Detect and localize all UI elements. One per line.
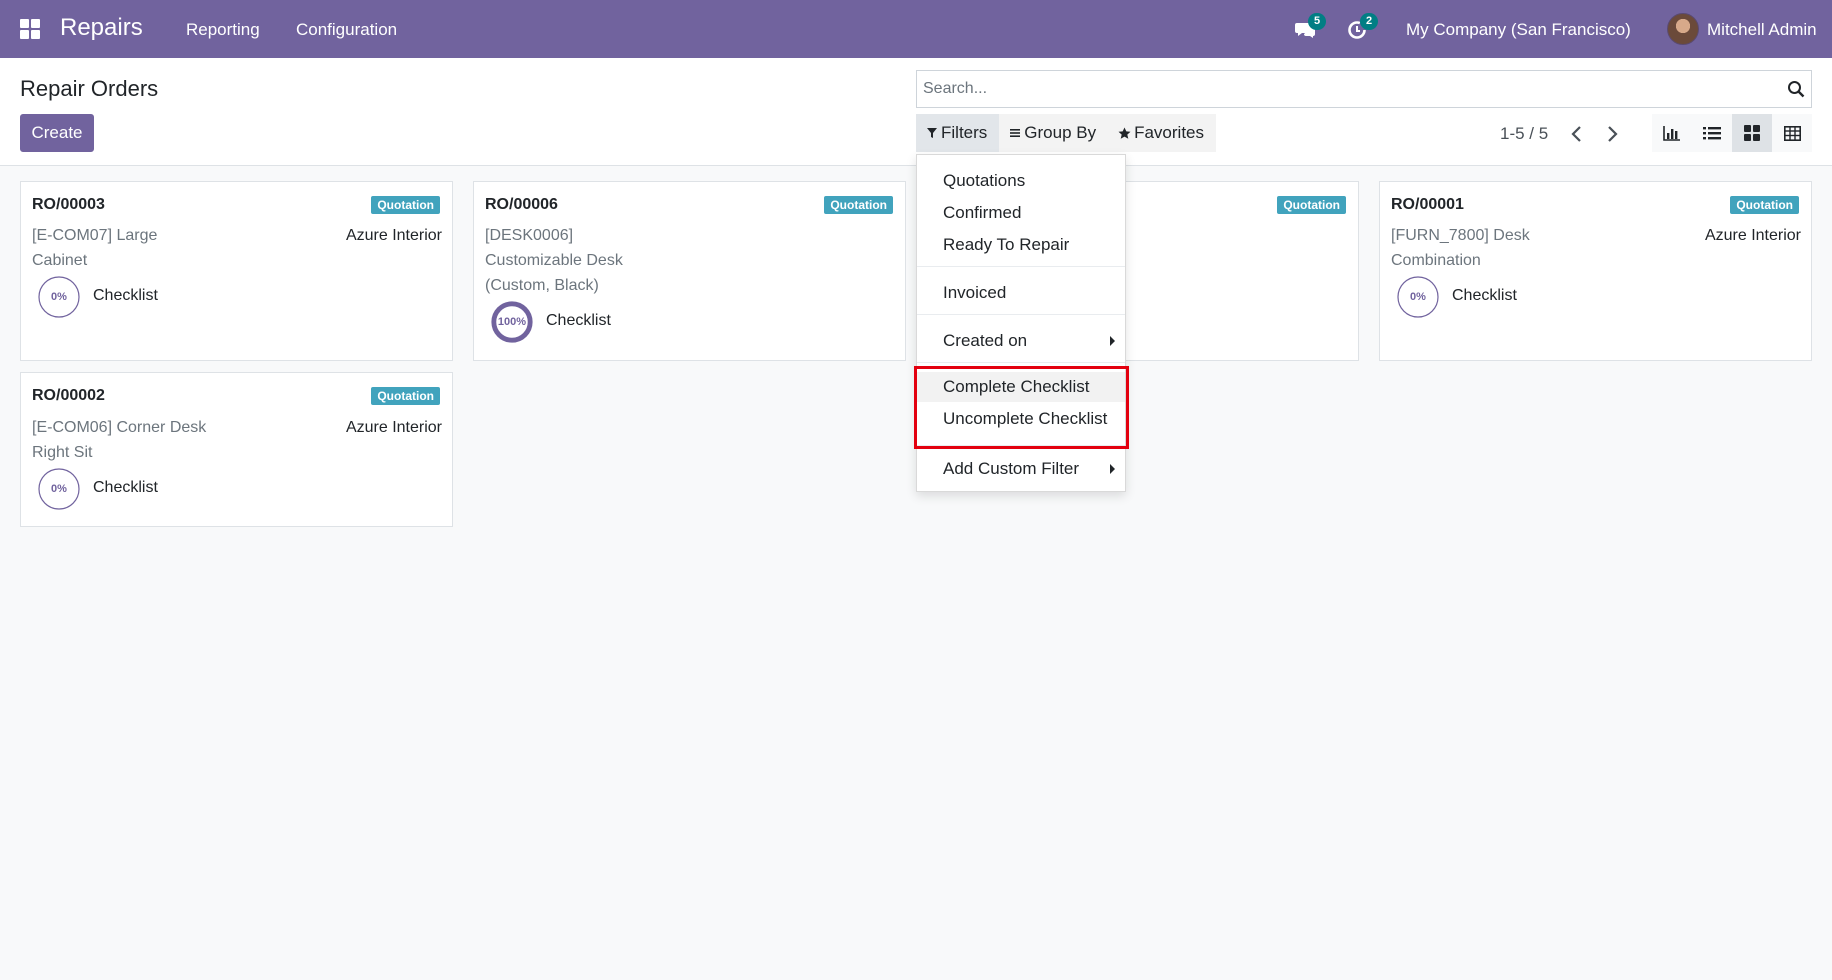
caret-right-icon — [1110, 464, 1115, 474]
status-badge: Quotation — [371, 196, 440, 214]
progress-percent: 0% — [51, 291, 67, 303]
checklist-label: Checklist — [93, 479, 158, 496]
checklist-label: Checklist — [93, 287, 158, 304]
filter-icon — [927, 128, 937, 138]
card-customer: Azure Interior — [1704, 227, 1801, 244]
progress-percent: 0% — [1410, 291, 1426, 303]
messages-count-badge: 5 — [1308, 13, 1326, 30]
kanban-card-ro00002[interactable]: RO/00002 Quotation [E-COM06] Corner Desk… — [20, 372, 453, 527]
groupby-button[interactable]: Group By — [999, 114, 1109, 152]
filters-label: Filters — [941, 123, 988, 142]
add-custom-filter-label: Add Custom Filter — [943, 459, 1080, 478]
card-customer: Azure Interior — [345, 419, 442, 436]
list-icon — [1703, 127, 1721, 140]
search-bar — [916, 70, 1812, 108]
filter-quotations[interactable]: Quotations — [917, 166, 1125, 196]
control-panel: Repair Orders Create Filters Group By Fa… — [0, 58, 1832, 166]
bars-icon — [1010, 129, 1021, 137]
product-line: Customizable Desk — [485, 252, 623, 269]
dropdown-divider — [917, 266, 1125, 267]
search-options: Filters Group By Favorites — [916, 114, 1217, 152]
kanban-icon — [1744, 125, 1760, 141]
caret-right-icon — [1110, 336, 1115, 346]
search-icon[interactable] — [1787, 80, 1805, 98]
graph-view-button[interactable] — [1652, 114, 1692, 152]
progress-percent: 0% — [51, 483, 67, 495]
card-product: [DESK0006] Customizable Desk (Custom, Bl… — [485, 223, 623, 298]
groupby-label: Group By — [1024, 123, 1097, 142]
checklist-label: Checklist — [546, 312, 611, 329]
bar-chart-icon — [1663, 126, 1680, 141]
search-input[interactable] — [923, 71, 1783, 107]
filter-ready-to-repair[interactable]: Ready To Repair — [917, 230, 1125, 260]
checklist-progress: 0% — [1396, 275, 1440, 319]
menu-reporting[interactable]: Reporting — [186, 20, 260, 40]
card-reference: RO/00006 — [485, 196, 558, 213]
favorites-label: Favorites — [1134, 123, 1205, 142]
star-icon — [1118, 127, 1131, 139]
user-menu[interactable]: Mitchell Admin — [1707, 20, 1817, 40]
company-switcher[interactable]: My Company (San Francisco) — [1406, 20, 1631, 40]
dropdown-divider — [917, 362, 1125, 363]
product-line: (Custom, Black) — [485, 277, 599, 294]
filter-created-on-label: Created on — [943, 331, 1028, 350]
kanban-card-ro00001[interactable]: RO/00001 Quotation [FURN_7800] Desk Comb… — [1379, 181, 1812, 361]
activities-count-badge: 2 — [1360, 13, 1378, 30]
card-reference: RO/00002 — [32, 387, 105, 404]
list-view-button[interactable] — [1692, 114, 1732, 152]
checklist-progress: 100% — [490, 300, 534, 344]
pager-previous-icon[interactable] — [1568, 124, 1586, 144]
pivot-view-button[interactable] — [1772, 114, 1812, 152]
status-badge: Quotation — [824, 196, 893, 214]
pager-next-icon[interactable] — [1603, 124, 1621, 144]
create-button[interactable]: Create — [20, 114, 94, 152]
apps-menu-icon[interactable] — [20, 19, 40, 39]
filter-invoiced[interactable]: Invoiced — [917, 278, 1125, 308]
view-switcher — [1652, 114, 1812, 152]
page-title: Repair Orders — [20, 76, 159, 101]
product-line: Right Sit — [32, 444, 93, 461]
user-avatar[interactable] — [1667, 13, 1699, 45]
dropdown-divider — [917, 314, 1125, 315]
highlight-annotation — [914, 366, 1129, 449]
product-line: [FURN_7800] Desk — [1391, 227, 1530, 244]
messages-icon[interactable]: 5 — [1292, 13, 1326, 42]
table-icon — [1783, 125, 1801, 141]
add-custom-filter[interactable]: Add Custom Filter — [917, 454, 1125, 484]
product-line: Cabinet — [32, 252, 88, 269]
activities-icon[interactable]: 2 — [1344, 13, 1378, 42]
card-product: [FURN_7800] Desk Combination — [1391, 223, 1530, 273]
favorites-button[interactable]: Favorites — [1108, 114, 1217, 152]
kanban-view-button[interactable] — [1732, 114, 1772, 152]
pager-value[interactable]: 1-5 / 5 — [1500, 124, 1548, 144]
checklist-progress: 0% — [37, 275, 81, 319]
filter-created-on[interactable]: Created on — [917, 326, 1125, 356]
filters-button[interactable]: Filters — [916, 114, 1000, 152]
checklist-progress: 0% — [37, 467, 81, 511]
kanban-card-ro00006[interactable]: RO/00006 Quotation [DESK0006] Customizab… — [473, 181, 906, 361]
card-reference: RO/00003 — [32, 196, 105, 213]
filter-confirmed[interactable]: Confirmed — [917, 198, 1125, 228]
checklist-label: Checklist — [1452, 287, 1517, 304]
card-product: [E-COM07] Large Cabinet — [32, 223, 157, 273]
product-line: Combination — [1391, 252, 1481, 269]
card-product: [E-COM06] Corner Desk Right Sit — [32, 415, 206, 465]
product-line: [DESK0006] — [485, 227, 574, 244]
product-line: [E-COM06] Corner Desk — [32, 419, 207, 436]
card-reference: RO/00001 — [1391, 196, 1464, 213]
status-badge: Quotation — [371, 387, 440, 405]
status-badge: Quotation — [1277, 196, 1346, 214]
progress-percent: 100% — [497, 316, 527, 328]
app-name[interactable]: Repairs — [60, 14, 143, 42]
menu-configuration[interactable]: Configuration — [296, 20, 397, 40]
status-badge: Quotation — [1730, 196, 1799, 214]
product-line: [E-COM07] Large — [32, 227, 158, 244]
kanban-card-ro00003[interactable]: RO/00003 Quotation [E-COM07] Large Cabin… — [20, 181, 453, 361]
card-customer: Azure Interior — [345, 227, 442, 244]
top-navbar: Repairs Reporting Configuration 5 2 My C… — [0, 0, 1832, 58]
